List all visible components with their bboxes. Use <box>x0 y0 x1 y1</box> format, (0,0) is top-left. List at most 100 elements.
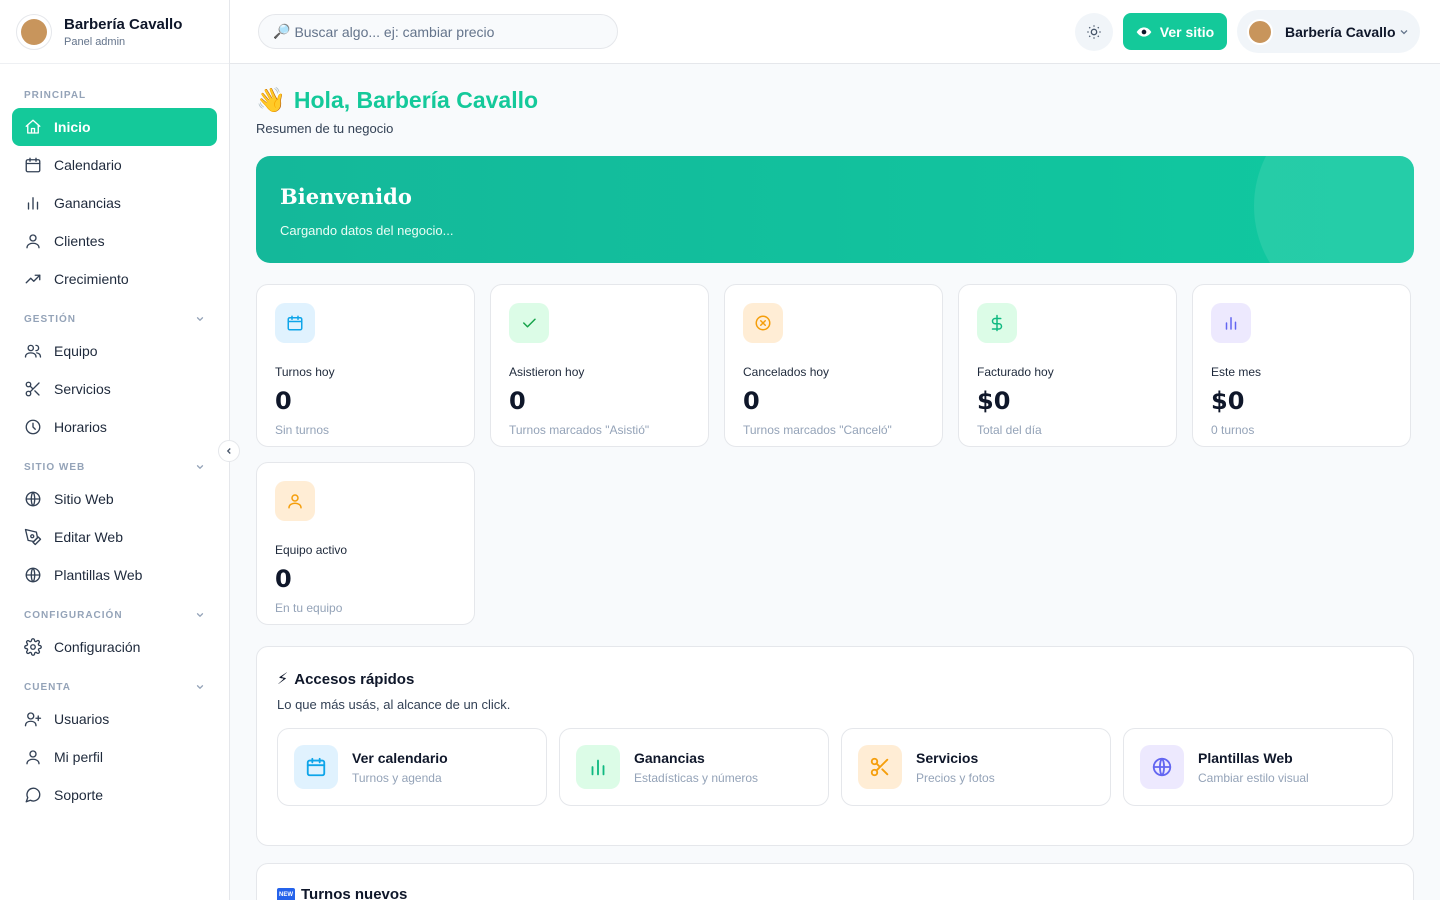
sidebar-item-mi-perfil[interactable]: Mi perfil <box>12 738 217 776</box>
quick-link-title: Ver calendario <box>352 749 448 766</box>
avatar <box>1247 18 1273 45</box>
banner-text: Cargando datos del negocio... <box>280 223 454 238</box>
sidebar-item-label: Editar Web <box>54 529 123 545</box>
brand-name: Barbería Cavallo <box>64 15 183 33</box>
sidebar-item-label: Mi perfil <box>54 749 104 765</box>
calendar-icon <box>25 157 41 173</box>
sidebar-item-servicios[interactable]: Servicios <box>12 370 217 408</box>
quick-link-subtitle: Turnos y agenda <box>352 770 442 785</box>
chevron-down-icon <box>196 613 204 617</box>
stat-icon-badge <box>509 303 549 343</box>
section-title-gestion[interactable]: GESTIÓN <box>12 306 217 332</box>
sidebar-item-configuracion[interactable]: Configuración <box>12 628 217 666</box>
page-subtitle: Resumen de tu negocio <box>256 121 394 136</box>
sidebar-item-soporte[interactable]: Soporte <box>12 776 217 814</box>
stat-icon-badge <box>977 303 1017 343</box>
section-title-cuenta[interactable]: CUENTA <box>12 674 217 700</box>
chevron-down-icon <box>196 317 204 321</box>
stats-grid: Turnos hoy 0 Sin turnos Asistieron hoy 0 Turn… <box>256 284 1414 625</box>
view-site-button[interactable]: Ver sitio <box>1123 13 1227 50</box>
sidebar-item-calendario[interactable]: Calendario <box>12 146 217 184</box>
stat-icon-badge <box>1211 303 1251 343</box>
quick-access-subtitle: Lo que más usás, al alcance de un click. <box>277 697 511 712</box>
bar-chart-icon <box>591 759 605 776</box>
sidebar-item-clientes[interactable]: Clientes <box>12 222 217 260</box>
bar-chart-icon <box>1225 317 1237 330</box>
eye-icon <box>1136 26 1152 37</box>
stat-value: 0 <box>509 387 526 415</box>
new-appointments-panel: NEW Turnos nuevos <box>256 863 1414 900</box>
section-title-sitio-web[interactable]: SITIO WEB <box>12 454 217 480</box>
sidebar-item-usuarios[interactable]: Usuarios <box>12 700 217 738</box>
stat-card-turnos-hoy[interactable]: Turnos hoy 0 Sin turnos <box>256 284 475 447</box>
section-label: CONFIGURACIÓN <box>24 609 123 621</box>
new-badge-icon: NEW <box>277 887 295 900</box>
sidebar-collapse-button[interactable] <box>218 440 240 462</box>
theme-toggle-button[interactable] <box>1075 13 1113 51</box>
quick-link-subtitle: Estadísticas y números <box>634 770 759 785</box>
stat-value: 0 <box>275 387 292 415</box>
sidebar-item-inicio[interactable]: Inicio <box>12 108 217 146</box>
stat-card-facturado-hoy[interactable]: Facturado hoy $0 Total del día <box>958 284 1177 447</box>
sidebar-item-ganancias[interactable]: Ganancias <box>12 184 217 222</box>
stat-card-asistieron-hoy[interactable]: Asistieron hoy 0 Turnos marcados "Asistió" <box>490 284 709 447</box>
quick-access-grid: Ver calendario Turnos y agenda Ganancias Es… <box>277 728 1393 806</box>
globe-icon <box>25 567 41 583</box>
sidebar-item-label: Servicios <box>54 381 111 397</box>
calendar-icon <box>287 315 303 331</box>
quick-link-ver-calendario[interactable]: Ver calendario Turnos y agenda <box>277 728 547 806</box>
stat-label: Este mes <box>1211 365 1262 379</box>
search-bar[interactable]: 🔎 <box>258 14 618 49</box>
sidebar-item-plantillas-web[interactable]: Plantillas Web <box>12 556 217 594</box>
sidebar: Barbería Cavallo Panel admin PRINCIPAL In… <box>0 0 240 900</box>
section-title-configuracion[interactable]: CONFIGURACIÓN <box>12 602 217 628</box>
banner-title: Bienvenido <box>280 184 412 209</box>
sidebar-item-sitio-web[interactable]: Sitio Web <box>12 480 217 518</box>
lightning-icon: ⚡ <box>277 671 289 688</box>
quick-link-ganancias[interactable]: Ganancias Estadísticas y números <box>559 728 829 806</box>
stat-value: $0 <box>977 387 1011 415</box>
user-menu[interactable]: Barbería Cavallo <box>1237 10 1420 53</box>
quick-link-subtitle: Precios y fotos <box>916 770 995 785</box>
sun-icon <box>1087 25 1101 39</box>
clock-icon <box>25 419 41 435</box>
quick-access-title: Accesos rápidos <box>294 670 415 688</box>
stat-card-este-mes[interactable]: Este mes $0 0 turnos <box>1192 284 1411 447</box>
chevron-down-icon <box>196 685 204 689</box>
sidebar-item-label: Equipo <box>54 343 98 359</box>
pen-tool-icon <box>24 528 42 546</box>
welcome-banner: Bienvenido Cargando datos del negocio... <box>256 156 1414 263</box>
stat-card-equipo-activo[interactable]: Equipo activo 0 En tu equipo <box>256 462 475 625</box>
stat-value: 0 <box>275 565 292 593</box>
banner-decoration <box>1254 156 1414 263</box>
sidebar-item-editar-web[interactable]: Editar Web <box>12 518 217 556</box>
search-input[interactable] <box>294 23 595 40</box>
stat-caption: Total del día <box>977 423 1042 437</box>
sidebar-item-label: Usuarios <box>54 711 110 727</box>
message-circle-icon <box>25 787 41 803</box>
sidebar-item-label: Crecimiento <box>54 271 129 287</box>
main-content: 👋 Hola, Barbería Cavallo Resumen de tu n… <box>256 64 1414 900</box>
quick-link-title: Servicios <box>916 749 979 766</box>
section-label: PRINCIPAL <box>24 89 87 101</box>
calendar-icon <box>306 757 326 777</box>
stat-caption: Turnos marcados "Canceló" <box>743 423 892 437</box>
sidebar-item-horarios[interactable]: Horarios <box>12 408 217 446</box>
top-bar: 🔎 Ver sitio Barbería Cavallo <box>230 0 1440 64</box>
quick-link-icon-badge <box>576 745 620 789</box>
new-appointments-title: Turnos nuevos <box>301 886 408 900</box>
stat-value: $0 <box>1211 387 1245 415</box>
quick-link-plantillas-web[interactable]: Plantillas Web Cambiar estilo visual <box>1123 728 1393 806</box>
chevron-left-icon <box>226 448 231 454</box>
stat-card-cancelados-hoy[interactable]: Cancelados hoy 0 Turnos marcados "Canceló" <box>724 284 943 447</box>
x-circle-icon <box>755 315 771 331</box>
sidebar-item-equipo[interactable]: Equipo <box>12 332 217 370</box>
stat-value: 0 <box>743 387 760 415</box>
stat-label: Turnos hoy <box>275 365 335 379</box>
section-label: CUENTA <box>24 681 71 693</box>
stat-label: Cancelados hoy <box>743 365 830 379</box>
sidebar-item-crecimiento[interactable]: Crecimiento <box>12 260 217 298</box>
greeting: 👋 Hola, Barbería Cavallo <box>256 86 1414 115</box>
brand[interactable]: Barbería Cavallo Panel admin <box>0 0 229 64</box>
quick-link-servicios[interactable]: Servicios Precios y fotos <box>841 728 1111 806</box>
